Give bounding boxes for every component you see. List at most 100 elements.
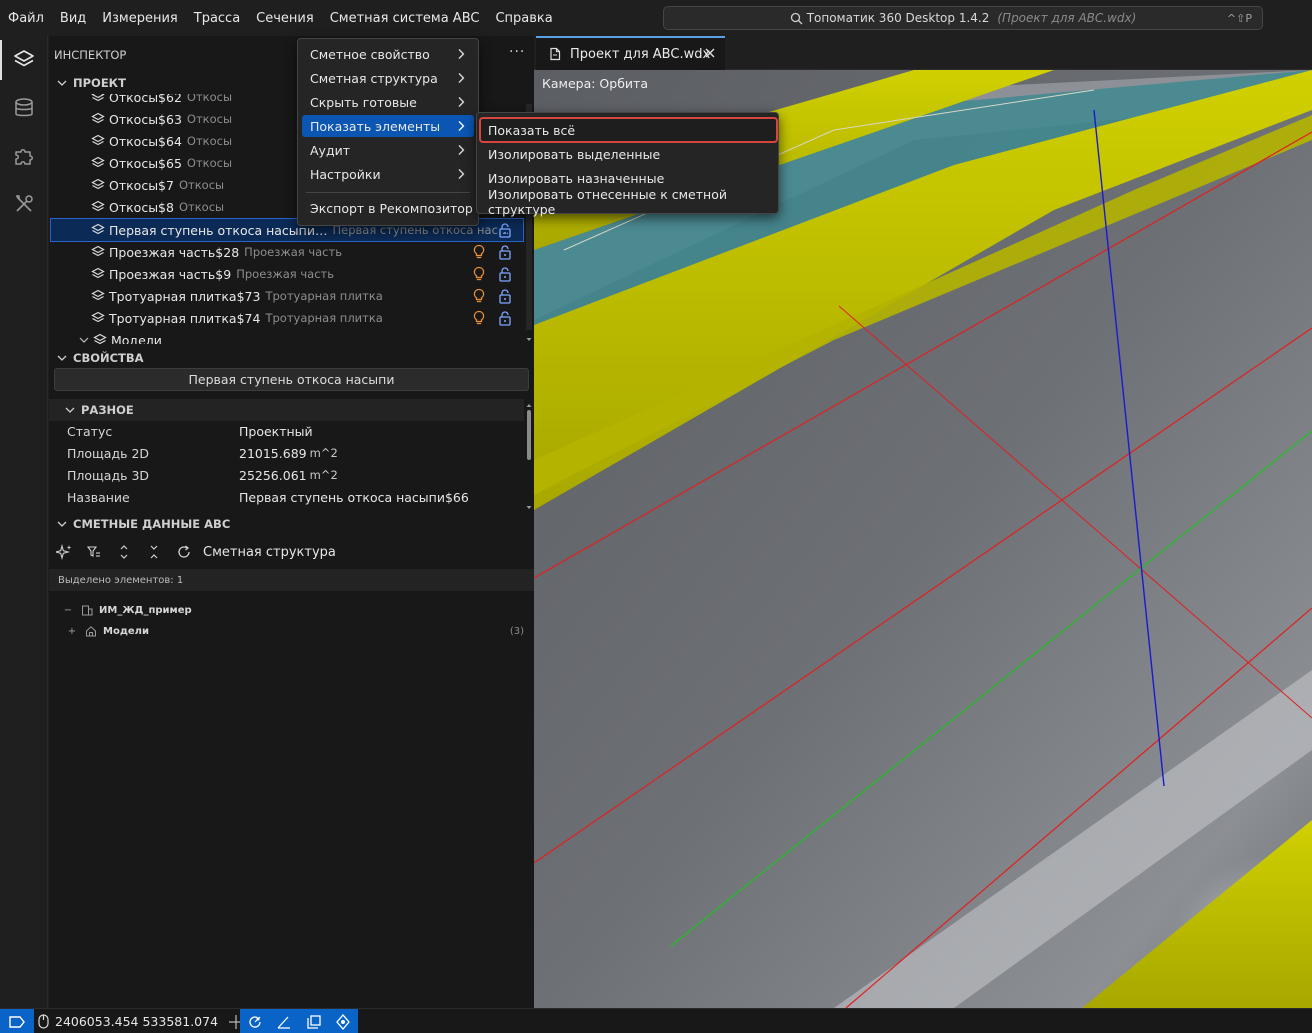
sparkle-icon[interactable]	[49, 538, 79, 566]
menu-file[interactable]: Файл	[0, 11, 52, 26]
submenu-item-isolate-selected[interactable]: Изолировать выделенные	[481, 143, 776, 165]
tree-item-type: Проезжая часть	[244, 245, 342, 259]
chevron-down-icon	[57, 355, 67, 361]
lock-icon[interactable]	[497, 310, 513, 326]
tree-item-name: Проезжая часть$28	[109, 244, 240, 260]
tree-item-type: Проезжая часть	[236, 267, 335, 281]
puzzle-icon[interactable]	[0, 132, 48, 180]
property-key: Название	[67, 489, 130, 505]
abc-tree-item[interactable]: − ИМ_ЖД_пример	[49, 600, 534, 620]
tree-item[interactable]: Проезжая часть$9 Проезжая часть	[49, 263, 521, 285]
tree-item-name: Первая ступень откоса насыпи…	[109, 222, 328, 238]
status-bar: 2406053.454 533581.074	[0, 1008, 1312, 1033]
more-icon[interactable]: ···	[509, 44, 525, 60]
properties-section-header[interactable]: СВОЙСТВА	[49, 347, 534, 369]
menu-item-estimate-structure[interactable]: Сметная структура	[302, 67, 474, 89]
lock-icon[interactable]	[497, 288, 513, 304]
property-value[interactable]: 21015.689	[239, 446, 307, 461]
tree-item-name: Модели	[111, 332, 162, 345]
menu-item-audit[interactable]: Аудит	[302, 139, 474, 161]
tree-item-name: Откосы$62	[109, 94, 182, 105]
layers-icon	[91, 112, 105, 124]
menu-view[interactable]: Вид	[52, 11, 94, 26]
lightbulb-icon[interactable]	[471, 266, 487, 282]
editor-tab-bar: Проект для ABC.wdx	[534, 36, 1312, 70]
lock-icon[interactable]	[497, 266, 513, 282]
menu-item-label: Сметное свойство	[310, 46, 430, 62]
collapse-toggle[interactable]: −	[63, 605, 73, 616]
layers-icon	[91, 200, 105, 212]
abc-tree-item[interactable]: + Модели (3)	[49, 621, 534, 641]
abc-item-name: ИМ_ЖД_пример	[99, 604, 192, 616]
surface-snap-icon[interactable]	[335, 1013, 351, 1030]
element-name-field[interactable]: Первая ступень откоса насыпи	[54, 368, 529, 391]
tree-item[interactable]: Проезжая часть$28 Проезжая часть	[49, 241, 521, 263]
tree-item-models[interactable]: Модели	[49, 329, 521, 344]
menu-measurements[interactable]: Измерения	[94, 11, 185, 26]
lock-icon[interactable]	[497, 222, 513, 238]
submenu-item-isolate-structure[interactable]: Изолировать отнесенные к сметной структу…	[481, 187, 776, 217]
menu-item-label: Скрыть готовые	[310, 94, 417, 110]
abc-section-label: СМЕТНЫЕ ДАННЫЕ ABC	[73, 517, 231, 531]
layers-icon	[91, 223, 105, 235]
properties-scrollbar[interactable]	[525, 402, 533, 512]
tab-project[interactable]: Проект для ABC.wdx	[536, 36, 725, 70]
angle-snap-icon[interactable]	[276, 1014, 292, 1030]
mouse-icon	[38, 1014, 49, 1029]
menu-abc-system[interactable]: Сметная система ABC	[322, 11, 488, 26]
abc-structure-label[interactable]: Сметная структура	[203, 545, 336, 560]
frame-snap-icon[interactable]	[306, 1014, 322, 1030]
menu-sections[interactable]: Сечения	[248, 11, 322, 26]
database-icon[interactable]	[0, 84, 48, 132]
collapse-all-icon[interactable]	[139, 538, 169, 566]
property-row: Статус Проектный	[67, 420, 522, 442]
layers-icon	[91, 267, 105, 279]
close-icon[interactable]	[703, 46, 717, 60]
remote-indicator[interactable]	[0, 1009, 34, 1033]
menu-item-show-elements[interactable]: Показать элементы	[302, 115, 474, 137]
command-search[interactable]: Топоматик 360 Desktop 1.4.2 (Проект для …	[663, 6, 1263, 30]
property-value[interactable]: Первая ступень откоса насыпи$66	[239, 490, 469, 505]
chevron-right-icon	[458, 145, 465, 155]
submenu-item-show-all[interactable]: Показать всё	[479, 117, 778, 143]
lightbulb-icon[interactable]	[471, 288, 487, 304]
layers-icon	[91, 311, 105, 323]
layers-icon[interactable]	[0, 36, 48, 84]
abc-item-count: (3)	[509, 625, 524, 637]
property-value[interactable]: 25256.061	[239, 468, 307, 483]
layers-icon	[93, 333, 107, 344]
chevron-right-icon	[458, 169, 465, 179]
menu-item-export-recomposer[interactable]: Экспорт в Рекомпозитор	[302, 197, 474, 219]
lock-icon[interactable]	[497, 244, 513, 260]
menu-item-estimate-property[interactable]: Сметное свойство	[302, 43, 474, 65]
search-app-title: Топоматик 360 Desktop 1.4.2	[806, 11, 990, 25]
orbit-snap-icon[interactable]	[247, 1014, 263, 1030]
abc-toolbar: Сметная структура	[49, 538, 534, 566]
lightbulb-icon[interactable]	[471, 310, 487, 326]
menu-help[interactable]: Справка	[487, 11, 560, 26]
expand-toggle[interactable]: +	[67, 626, 77, 637]
home-icon	[86, 626, 96, 637]
property-row: Площадь 2D 21015.689 m^2	[67, 442, 522, 464]
tree-item[interactable]: Тротуарная плитка$73 Тротуарная плитка	[49, 285, 521, 307]
refresh-icon[interactable]	[169, 538, 199, 566]
menu-item-hide-ready[interactable]: Скрыть готовые	[302, 91, 474, 113]
abc-section-header[interactable]: СМЕТНЫЕ ДАННЫЕ ABC	[49, 513, 534, 535]
filter-clear-icon[interactable]	[79, 538, 109, 566]
tree-item[interactable]: Тротуарная плитка$74 Тротуарная плитка	[49, 307, 521, 329]
tree-item-type: Откосы	[186, 156, 233, 170]
lightbulb-icon[interactable]	[471, 244, 487, 260]
tools-icon[interactable]	[0, 180, 48, 228]
menu-route[interactable]: Трасса	[186, 11, 248, 26]
tree-item-name: Проезжая часть$9	[109, 266, 232, 282]
chevron-down-icon	[57, 521, 67, 527]
expand-all-icon[interactable]	[109, 538, 139, 566]
menu-item-settings[interactable]: Настройки	[302, 163, 474, 185]
tree-item-name: Откосы$63	[109, 111, 182, 127]
misc-group-header[interactable]: РАЗНОЕ	[49, 399, 524, 421]
property-value[interactable]: Проектный	[239, 424, 313, 439]
tree-item-type: Откосы	[186, 94, 233, 104]
property-key: Площадь 2D	[67, 445, 150, 461]
submenu-item-isolate-assigned[interactable]: Изолировать назначенные	[481, 167, 776, 189]
property-key: Статус	[67, 423, 113, 439]
